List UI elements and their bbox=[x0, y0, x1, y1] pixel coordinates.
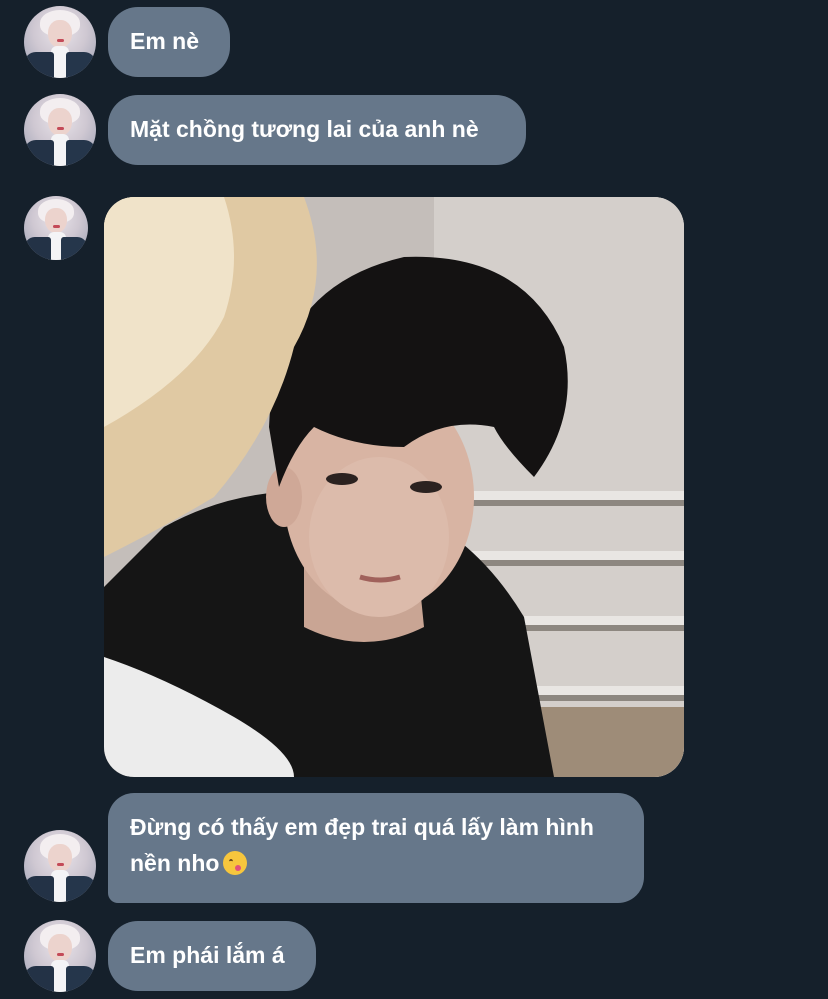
message-text: Đừng có thấy em đẹp trai quá lấy làm hìn… bbox=[130, 814, 594, 876]
chat-thread: Em nè Mặt chồng tương lai của anh nè Đừn… bbox=[0, 0, 828, 999]
avatar[interactable] bbox=[24, 94, 96, 166]
message-bubble[interactable]: Em phái lắm á bbox=[108, 921, 316, 991]
face-with-hand-over-mouth-emoji bbox=[223, 851, 248, 875]
message-text: Em nè bbox=[130, 28, 200, 54]
avatar[interactable] bbox=[24, 6, 96, 78]
photo-image bbox=[104, 197, 684, 777]
avatar[interactable] bbox=[24, 920, 96, 992]
message-text: Mặt chồng tương lai của anh nè bbox=[130, 116, 479, 142]
message-bubble[interactable]: Đừng có thấy em đẹp trai quá lấy làm hìn… bbox=[108, 793, 644, 903]
message-bubble[interactable]: Em nè bbox=[108, 7, 230, 77]
avatar[interactable] bbox=[24, 830, 96, 902]
message-bubble[interactable]: Mặt chồng tương lai của anh nè bbox=[108, 95, 526, 165]
message-text: Em phái lắm á bbox=[130, 942, 285, 968]
message-photo[interactable] bbox=[104, 197, 684, 777]
avatar[interactable] bbox=[24, 196, 88, 260]
